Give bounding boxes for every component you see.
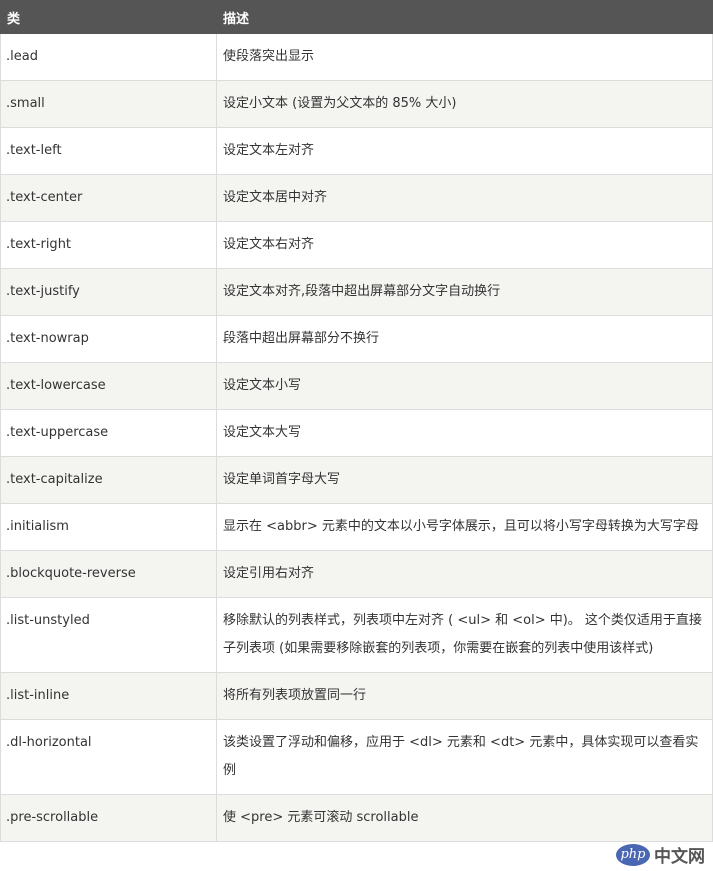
- class-cell: .list-inline: [0, 672, 217, 720]
- class-cell: .text-nowrap: [0, 315, 217, 363]
- table-row: .initialism 显示在 <abbr> 元素中的文本以小号字体展示，且可以将…: [0, 503, 713, 551]
- description-cell: 使 <pre> 元素可滚动 scrollable: [216, 794, 713, 842]
- description-cell: 该类设置了浮动和偏移，应用于 <dl> 元素和 <dt> 元素中，具体实现可以查…: [216, 719, 713, 795]
- description-cell: 将所有列表项放置同一行: [216, 672, 713, 720]
- class-cell: .blockquote-reverse: [0, 550, 217, 598]
- class-cell: .text-left: [0, 127, 217, 175]
- watermark-text: 中文网: [654, 847, 705, 867]
- class-cell: .dl-horizontal: [0, 719, 217, 795]
- table-row: .text-uppercase 设定文本大写: [0, 409, 713, 457]
- table-row: .dl-horizontal 该类设置了浮动和偏移，应用于 <dl> 元素和 <d…: [0, 719, 713, 795]
- table-row: .text-center 设定文本居中对齐: [0, 174, 713, 222]
- description-cell: 设定文本小写: [216, 362, 713, 410]
- class-cell: .text-center: [0, 174, 217, 222]
- table-row: .list-inline 将所有列表项放置同一行: [0, 672, 713, 720]
- css-classes-table: 类 描述 .lead 使段落突出显示 .small 设定小文本 (设置为父文本的 8…: [0, 0, 713, 842]
- description-cell: 移除默认的列表样式，列表项中左对齐 ( <ul> 和 <ol> 中)。 这个类仅…: [216, 597, 713, 673]
- table-row: .text-justify 设定文本对齐,段落中超出屏幕部分文字自动换行: [0, 268, 713, 316]
- description-cell: 段落中超出屏幕部分不换行: [216, 315, 713, 363]
- class-cell: .text-right: [0, 221, 217, 269]
- site-watermark: php 中文网: [616, 842, 705, 867]
- table-row: .blockquote-reverse 设定引用右对齐: [0, 550, 713, 598]
- table-row: .text-lowercase 设定文本小写: [0, 362, 713, 410]
- table-row: .text-right 设定文本右对齐: [0, 221, 713, 269]
- description-cell: 设定文本大写: [216, 409, 713, 457]
- table-row: .pre-scrollable 使 <pre> 元素可滚动 scrollable: [0, 794, 713, 842]
- description-cell: 显示在 <abbr> 元素中的文本以小号字体展示，且可以将小写字母转换为大写字母: [216, 503, 713, 551]
- description-cell: 设定文本右对齐: [216, 221, 713, 269]
- header-class: 类: [0, 0, 217, 34]
- class-cell: .list-unstyled: [0, 597, 217, 673]
- description-cell: 设定小文本 (设置为父文本的 85% 大小): [216, 80, 713, 128]
- class-cell: .pre-scrollable: [0, 794, 217, 842]
- class-cell: .small: [0, 80, 217, 128]
- description-cell: 设定单词首字母大写: [216, 456, 713, 504]
- class-cell: .lead: [0, 33, 217, 81]
- description-cell: 设定文本左对齐: [216, 127, 713, 175]
- table-row: .text-left 设定文本左对齐: [0, 127, 713, 175]
- header-description: 描述: [216, 0, 713, 34]
- description-cell: 设定文本居中对齐: [216, 174, 713, 222]
- description-cell: 设定引用右对齐: [216, 550, 713, 598]
- class-cell: .text-capitalize: [0, 456, 217, 504]
- class-cell: .text-uppercase: [0, 409, 217, 457]
- class-cell: .text-justify: [0, 268, 217, 316]
- php-logo-icon: php: [616, 843, 650, 866]
- class-cell: .text-lowercase: [0, 362, 217, 410]
- table-row: .lead 使段落突出显示: [0, 33, 713, 81]
- description-cell: 设定文本对齐,段落中超出屏幕部分文字自动换行: [216, 268, 713, 316]
- class-cell: .initialism: [0, 503, 217, 551]
- table-row: .text-capitalize 设定单词首字母大写: [0, 456, 713, 504]
- description-cell: 使段落突出显示: [216, 33, 713, 81]
- table-header-row: 类 描述: [0, 0, 713, 34]
- table-row: .text-nowrap 段落中超出屏幕部分不换行: [0, 315, 713, 363]
- table-row: .small 设定小文本 (设置为父文本的 85% 大小): [0, 80, 713, 128]
- table-row: .list-unstyled 移除默认的列表样式，列表项中左对齐 ( <ul> 和…: [0, 597, 713, 673]
